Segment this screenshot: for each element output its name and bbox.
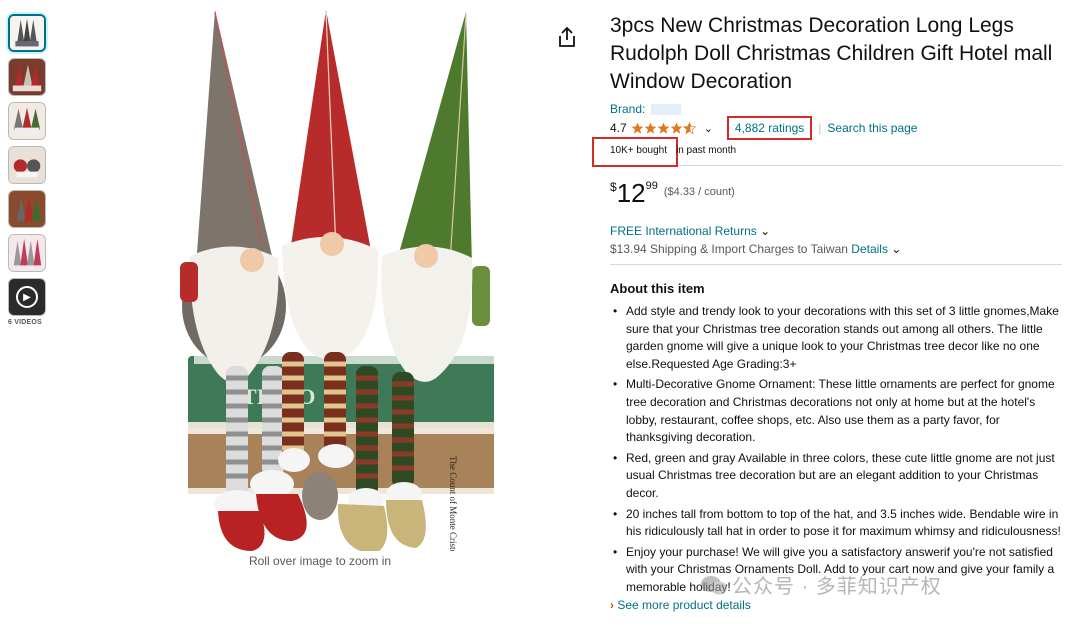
search-this-page-link[interactable]: Search this page — [827, 121, 917, 135]
bought-count: 10K+ bought — [610, 145, 667, 156]
main-product-image[interactable]: TIQUO The Count of Monte Cristo — [160, 6, 500, 551]
star-rating[interactable] — [631, 121, 696, 135]
play-icon: ▶ — [16, 286, 38, 308]
product-title: 3pcs New Christmas Decoration Long Legs … — [610, 14, 1053, 93]
thumbnail-1[interactable] — [8, 14, 46, 52]
price: $ 12 99 ($4.33 / count) — [610, 178, 1062, 210]
brand-label: Brand: — [610, 102, 649, 116]
price-per-unit: ($4.33 / count) — [663, 186, 735, 198]
share-icon[interactable] — [557, 26, 577, 48]
ratings-count-link[interactable]: 4,882 ratings — [735, 121, 804, 135]
about-bullet: Red, green and gray Available in three c… — [610, 450, 1062, 503]
thumbnail-list: ▶ 6 VIDEOS — [8, 14, 50, 326]
chevron-right-icon: › — [610, 597, 614, 612]
brand-link[interactable]: Brand: — [610, 102, 1062, 116]
chevron-down-icon[interactable]: ⌄ — [891, 242, 901, 256]
see-more-label: See more product details — [617, 597, 751, 612]
thumbnail-video[interactable]: ▶ — [8, 278, 46, 316]
about-bullet: 20 inches tall from bottom to top of the… — [610, 506, 1062, 541]
videos-count-label: 6 VIDEOS — [8, 319, 42, 326]
see-more-link[interactable]: › See more product details — [610, 598, 1062, 612]
book-spine-text-2: The Count of Monte Cristo — [448, 456, 458, 551]
product-info: 3pcs New Christmas Decoration Long Legs … — [592, 12, 1062, 612]
price-currency: $ — [610, 180, 617, 194]
chevron-down-icon[interactable]: ⌄ — [704, 122, 713, 135]
bought-row: 10K+ bought in past month — [592, 137, 1062, 167]
ratings-highlight-box: 4,882 ratings — [726, 116, 813, 140]
zoom-hint: Roll over image to zoom in — [248, 554, 392, 568]
price-whole: 12 — [616, 178, 646, 208]
watermark-text: 公众号 · 多菲知识产权 — [732, 576, 942, 598]
thumbnail-6[interactable] — [8, 234, 46, 272]
thumbnail-4[interactable] — [8, 146, 46, 184]
star-icon — [644, 122, 657, 134]
free-returns-label: FREE International Returns — [610, 224, 757, 238]
separator: | — [818, 121, 822, 135]
price-fraction: 99 — [645, 180, 658, 192]
star-icon — [631, 122, 644, 134]
thumbnail-5[interactable] — [8, 190, 46, 228]
rating-value: 4.7 — [610, 121, 627, 135]
shipping-text: $13.94 Shipping & Import Charges to Taiw… — [610, 242, 848, 256]
star-icon — [670, 122, 683, 134]
thumbnail-3[interactable] — [8, 102, 46, 140]
about-title: About this item — [610, 281, 705, 296]
shipping-details-link[interactable]: Details — [851, 242, 888, 256]
divider — [610, 264, 1062, 265]
shipping-info: $13.94 Shipping & Import Charges to Taiw… — [610, 242, 1062, 264]
watermark: 公众号 · 多菲知识产权 — [700, 570, 942, 599]
brand-name-blurred — [650, 104, 681, 116]
rating-row: 4.7 ⌄ 4,882 ratings | Search this page — [610, 116, 1062, 140]
star-half-icon — [682, 121, 696, 134]
bought-period: in past month — [676, 145, 737, 156]
about-bullet: Add style and trendy look to your decora… — [610, 303, 1062, 373]
chevron-down-icon: ⌄ — [760, 224, 771, 238]
about-bullets: Add style and trendy look to your decora… — [610, 303, 1062, 597]
star-icon — [657, 122, 670, 134]
wechat-logo-icon — [701, 575, 727, 594]
free-returns-link[interactable]: FREE International Returns ⌄ — [610, 224, 1062, 238]
thumbnail-2[interactable] — [8, 58, 46, 96]
about-bullet: Multi-Decorative Gnome Ornament: These l… — [610, 376, 1062, 446]
